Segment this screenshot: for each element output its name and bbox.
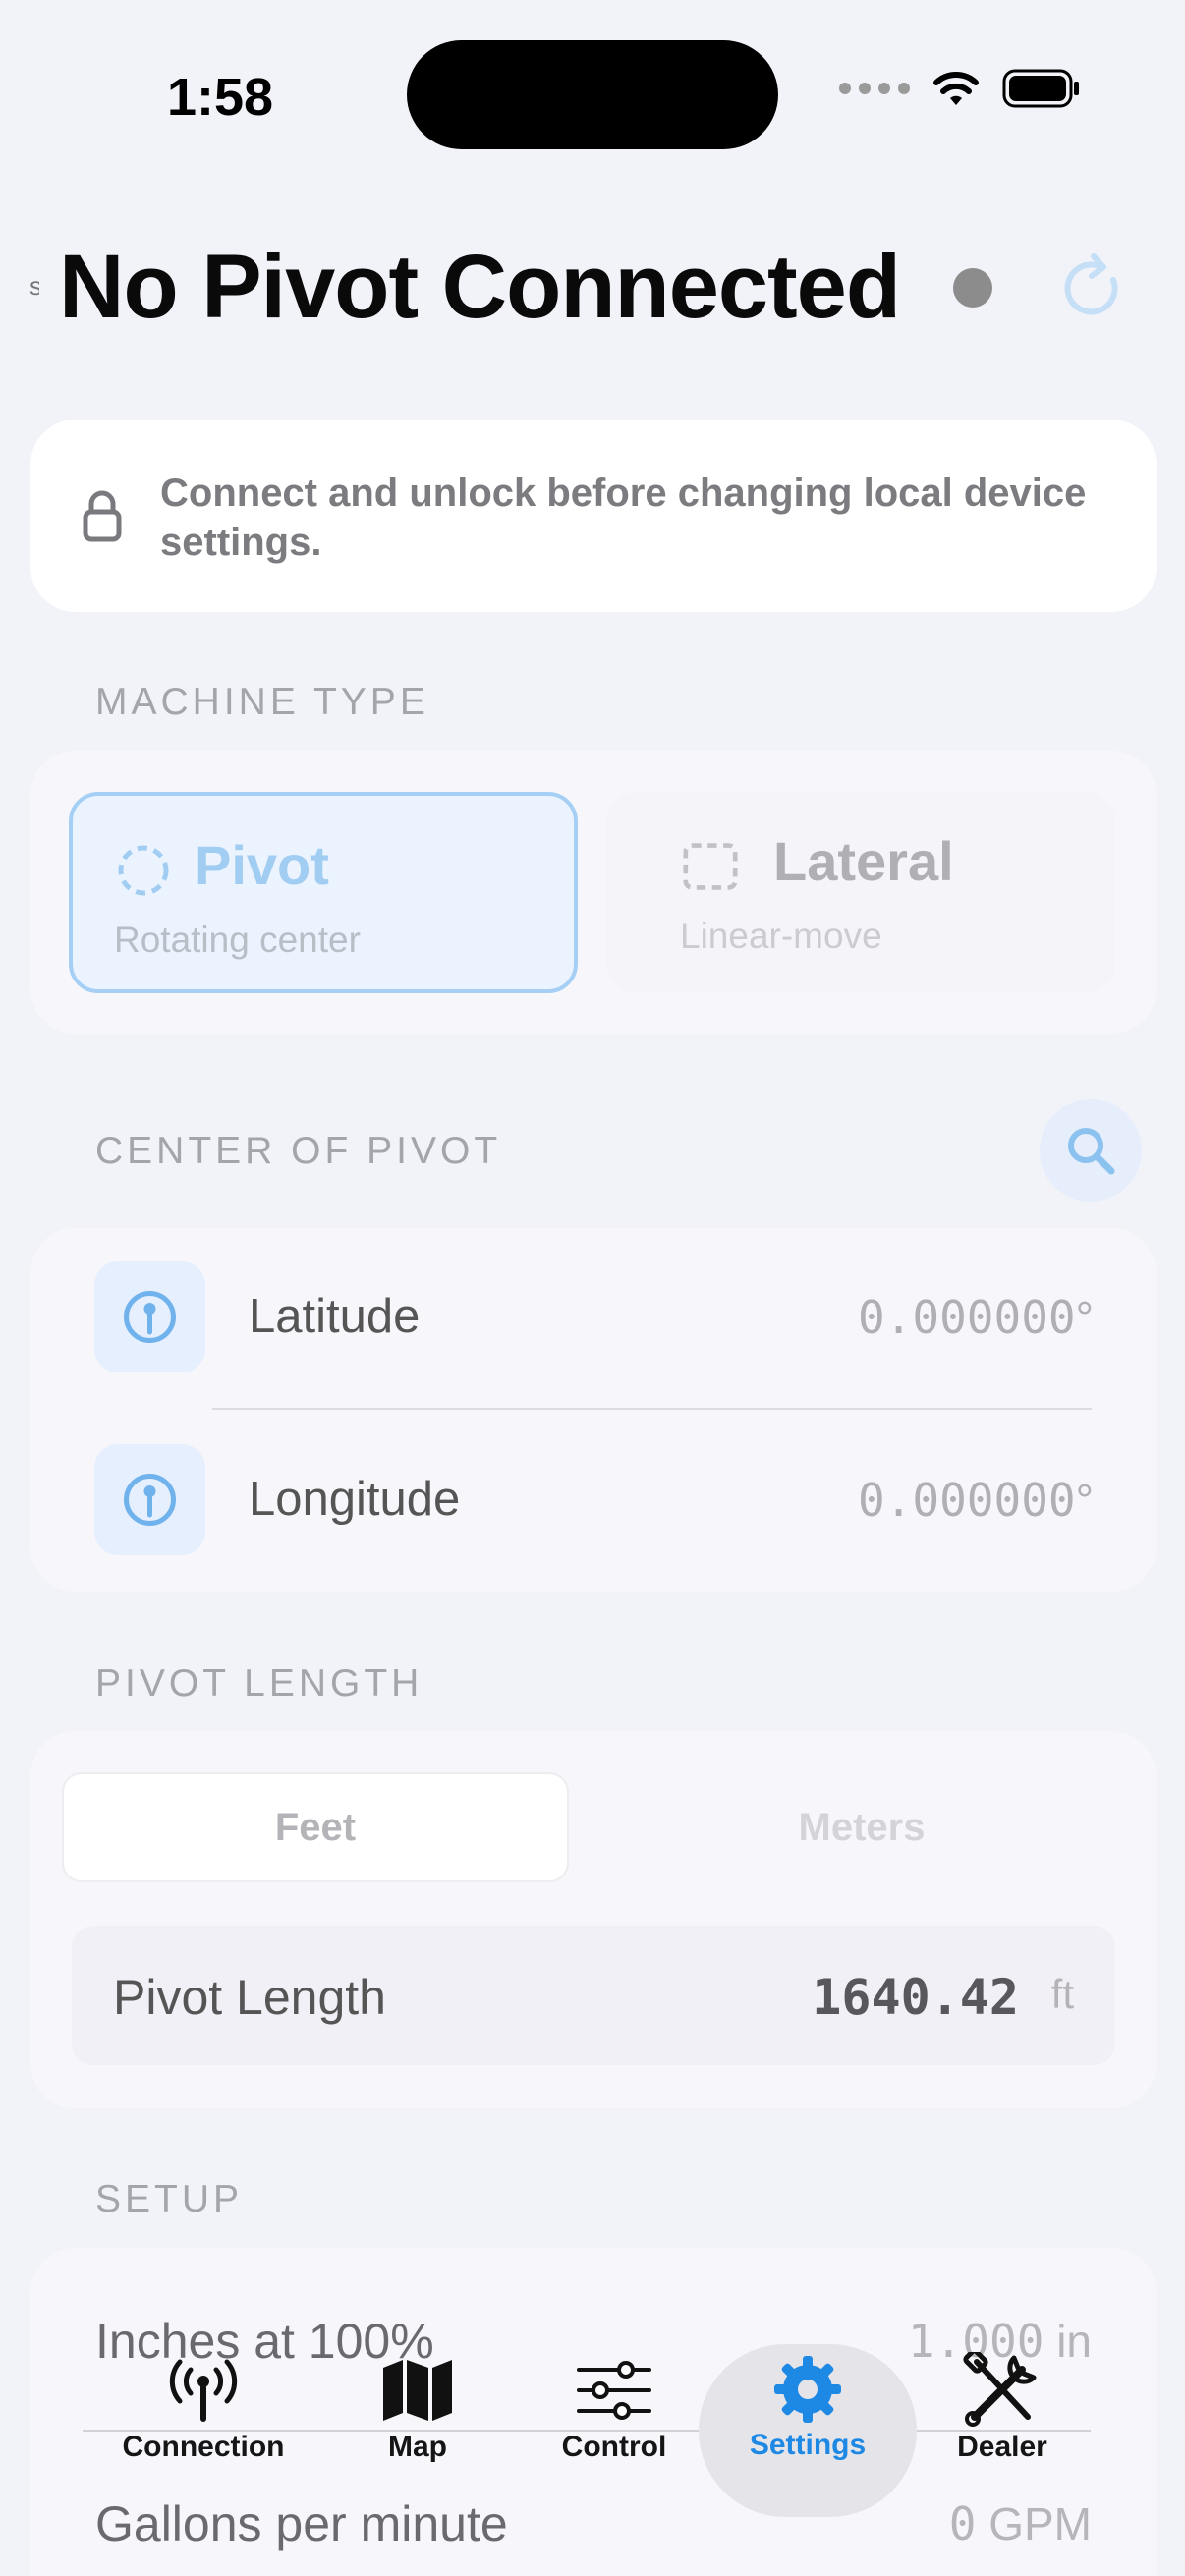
page-title: No Pivot Connected xyxy=(59,237,901,337)
tab-control-label: Control xyxy=(561,2431,667,2463)
gpm-label: Gallons per minute xyxy=(95,2496,508,2551)
machine-type-lateral-option[interactable]: Lateral Linear-move xyxy=(606,792,1115,993)
pivot-option-title: Pivot xyxy=(195,834,329,896)
tab-dealer-label: Dealer xyxy=(957,2431,1047,2463)
signal-dots-icon xyxy=(839,83,910,94)
setup-label: SETUP xyxy=(95,2178,244,2220)
dashed-circle-icon xyxy=(118,845,169,896)
connection-status-dot xyxy=(953,268,992,308)
tab-settings[interactable]: Settings xyxy=(729,2356,886,2462)
pivot-length-field-label: Pivot Length xyxy=(113,1970,386,2025)
status-time: 1:58 xyxy=(167,68,274,127)
lateral-option-subtitle: Linear-move xyxy=(680,916,882,956)
battery-icon xyxy=(1002,69,1079,108)
gpm-row[interactable]: Gallons per minute 0 GPM xyxy=(95,2495,1092,2564)
lock-icon xyxy=(83,490,122,542)
tab-connection-label: Connection xyxy=(122,2431,285,2463)
tab-settings-label: Settings xyxy=(749,2429,867,2461)
pivot-length-value[interactable]: 1640.42 xyxy=(812,1969,1019,2026)
latitude-label: Latitude xyxy=(249,1290,421,1343)
refresh-icon[interactable] xyxy=(1056,251,1127,325)
notice-text: Connect and unlock before changing local… xyxy=(160,472,1087,564)
wifi-icon xyxy=(933,72,979,105)
longitude-label: Longitude xyxy=(249,1473,461,1526)
lateral-option-title: Lateral xyxy=(773,830,954,892)
back-hint-icon: s xyxy=(29,273,39,301)
pin-icon xyxy=(94,1444,205,1555)
tools-icon xyxy=(963,2352,1037,2427)
latitude-value[interactable]: 0.000000° xyxy=(858,1291,1094,1344)
location-search-button[interactable] xyxy=(1040,1099,1142,1202)
tab-dealer[interactable]: Dealer xyxy=(938,2352,1066,2464)
center-of-pivot-card: Latitude 0.000000° Longitude 0.000000° xyxy=(30,1228,1157,1592)
pivot-length-row[interactable]: Pivot Length 1640.42 ft xyxy=(72,1926,1115,2065)
pivot-length-unit: ft xyxy=(1050,1971,1074,2017)
machine-type-pivot-option[interactable]: Pivot Rotating center xyxy=(69,792,578,993)
pivot-length-card: Feet Meters Pivot Length 1640.42 ft xyxy=(30,1731,1157,2108)
svg-text:s: s xyxy=(29,273,39,301)
dashed-square-icon xyxy=(683,843,738,890)
gear-icon xyxy=(774,2356,841,2423)
dynamic-island xyxy=(407,40,778,149)
center-of-pivot-label: CENTER OF PIVOT xyxy=(95,1130,502,1172)
antenna-icon xyxy=(169,2359,238,2422)
pin-icon xyxy=(94,1261,205,1372)
tab-connection[interactable]: Connection xyxy=(108,2358,299,2464)
unit-meters-segment[interactable]: Meters xyxy=(606,1806,1117,1850)
gpm-value[interactable]: 0 GPM xyxy=(949,2497,1092,2550)
unit-feet-label: Feet xyxy=(274,1806,357,1849)
status-icons xyxy=(839,69,1081,108)
longitude-row[interactable]: Longitude 0.000000° xyxy=(30,1411,1157,1594)
tab-map[interactable]: Map xyxy=(354,2358,481,2464)
pivot-length-label: PIVOT LENGTH xyxy=(95,1662,423,1705)
machine-type-label: MACHINE TYPE xyxy=(95,681,429,723)
machine-type-card: Pivot Rotating center Lateral Linear-mov… xyxy=(30,751,1157,1034)
row-divider xyxy=(212,1408,1092,1410)
longitude-value[interactable]: 0.000000° xyxy=(858,1474,1094,1527)
lock-notice-card: Connect and unlock before changing local… xyxy=(30,420,1157,612)
search-icon xyxy=(1068,1128,1115,1175)
tab-map-label: Map xyxy=(388,2431,447,2463)
pivot-option-subtitle: Rotating center xyxy=(114,920,361,960)
latitude-row[interactable]: Latitude 0.000000° xyxy=(30,1228,1157,1411)
sliders-icon xyxy=(577,2361,651,2420)
map-icon xyxy=(383,2360,452,2421)
tab-control[interactable]: Control xyxy=(545,2358,683,2464)
